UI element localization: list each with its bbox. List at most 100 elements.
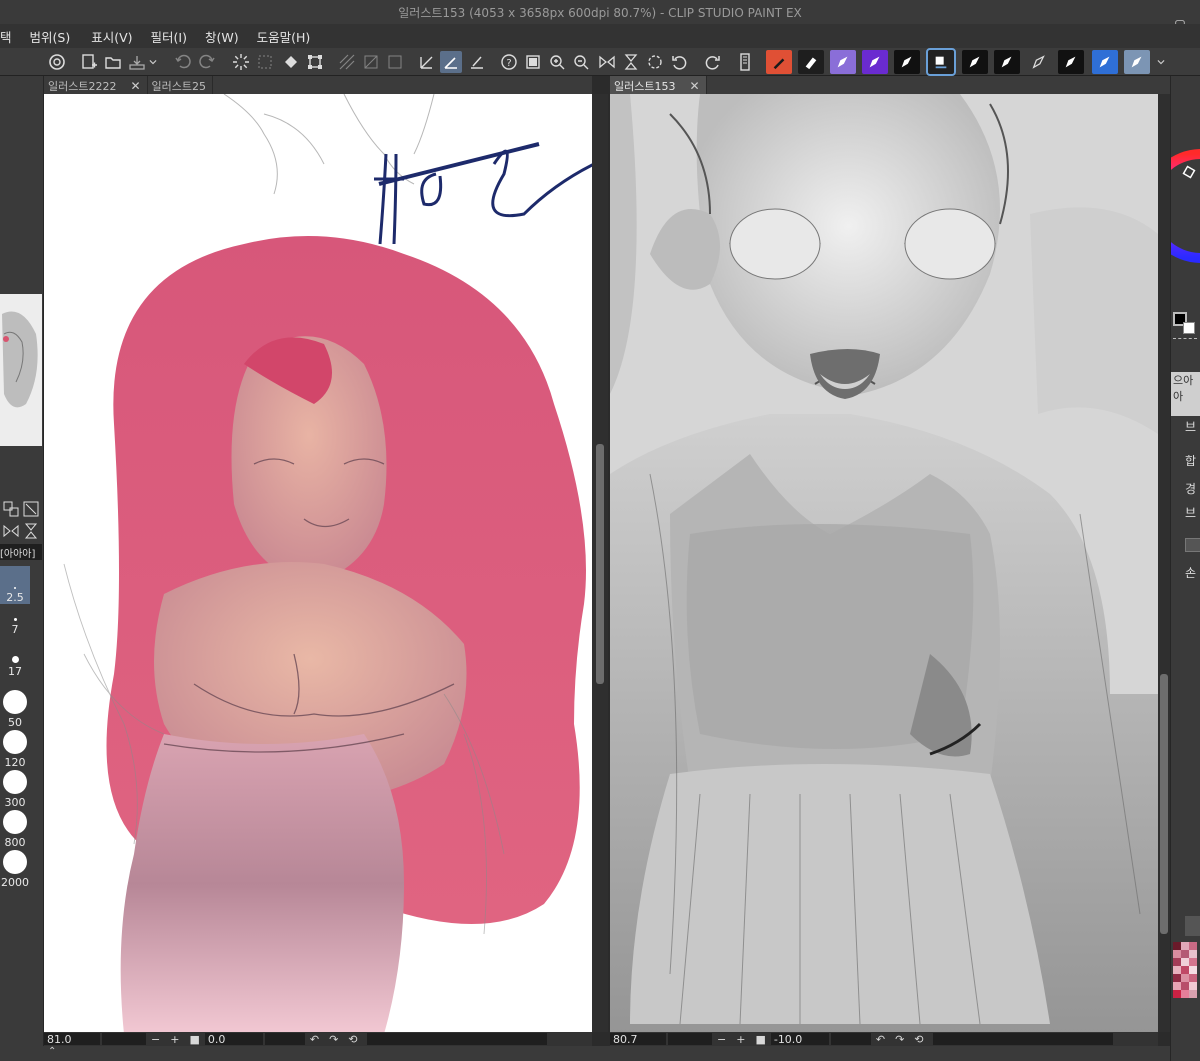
clear-selection-icon[interactable] [254,51,276,73]
brush-ruler-icon[interactable] [466,51,488,73]
subview-icon[interactable] [2,500,20,518]
rotate-left-small-icon[interactable]: ↶ [871,1033,890,1046]
tab-illust-25[interactable]: 일러스트25 [148,76,214,94]
chevron-down-icon[interactable] [146,51,160,73]
close-icon[interactable]: ✕ [130,79,140,93]
menu-item-help[interactable]: 도움말(H) [248,27,320,46]
navigator-thumbnail[interactable] [0,294,42,446]
fit-square-icon[interactable]: ■ [750,1033,770,1046]
brush-active-icon[interactable] [440,51,462,73]
reset-rotation-icon[interactable]: ⟲ [909,1033,928,1046]
panel-tab[interactable] [1185,916,1200,936]
hatch-2-icon[interactable] [360,51,382,73]
loading-spinner-icon[interactable] [230,51,252,73]
menu-item-view[interactable]: 표시(V) [79,27,141,46]
zoom-out-button[interactable]: − [712,1033,731,1046]
brush-size-item[interactable]: 2000 [0,850,30,889]
brush-size-item[interactable]: 17 [0,656,30,678]
fit-square-icon[interactable]: ■ [184,1033,204,1046]
rotate-right-icon[interactable] [702,51,724,73]
menu-item-window[interactable]: 창(W) [196,27,248,46]
pen-preset-red-icon[interactable] [766,50,792,74]
rotate-left-small-icon[interactable]: ↶ [305,1033,324,1046]
open-folder-icon[interactable] [102,51,124,73]
hatch-icon[interactable] [336,51,358,73]
pen-preset-eraser-icon[interactable] [798,50,824,74]
clip-studio-icon[interactable] [46,51,68,73]
transparent-swatch[interactable] [1173,338,1197,342]
tab-illust-2222[interactable]: 일러스트2222 ✕ [44,76,148,94]
redo-icon[interactable] [196,51,218,73]
scroll-thumb[interactable] [1160,674,1168,934]
zoom-field[interactable]: 80.7 [610,1033,666,1046]
sub-color-swatch[interactable] [1183,322,1195,334]
fit-icon[interactable] [22,500,40,518]
zoom-field[interactable]: 81.0 [44,1033,100,1046]
rotate-right-small-icon[interactable]: ↷ [324,1033,343,1046]
angle-slider[interactable] [830,1033,871,1045]
zoom-slider[interactable] [102,1033,146,1045]
angle-slider[interactable] [264,1033,305,1045]
fill-bucket-icon[interactable] [280,51,302,73]
canvas-right[interactable] [610,94,1158,1032]
rotate-left-icon[interactable] [668,51,690,73]
pen-preset-blue-icon[interactable] [1092,50,1118,74]
pen-preset-steel-icon[interactable] [1124,50,1150,74]
brush-size-item[interactable]: 300 [0,770,30,809]
left-status-bar: 81.0 − + ■ 0.0 ↶ ↷ ⟲ [44,1032,592,1046]
pen-preset-selected-icon[interactable] [926,48,956,76]
window-icon[interactable] [522,51,544,73]
device-icon[interactable] [734,51,756,73]
rotate-settings-icon[interactable] [644,51,666,73]
right-status-bar: 80.7 − + ■ -10.0 ↶ ↷ ⟲ [610,1032,1158,1046]
zoom-slider[interactable] [668,1033,712,1045]
help-icon[interactable]: ? [498,51,520,73]
reset-rotation-icon[interactable]: ⟲ [343,1033,362,1046]
angle-field[interactable]: 0.0 [204,1033,263,1046]
pen-preset-ink-icon[interactable] [894,50,920,74]
brush-size-item[interactable]: 7 [0,614,30,636]
zoom-out-button[interactable]: − [146,1033,165,1046]
rotate-right-small-icon[interactable]: ↷ [890,1033,909,1046]
pen-preset-gpen-icon[interactable] [1026,50,1052,74]
canvas-left[interactable]: 까오 [44,94,592,1032]
flip-vertical-icon[interactable] [620,51,642,73]
pen-preset-purple-icon[interactable] [830,50,856,74]
brush-size-item[interactable]: 2.5 [0,566,30,604]
right-vertical-scrollbar[interactable] [1158,94,1170,1032]
flip-horizontal-icon[interactable] [596,51,618,73]
pen-preset-marker-icon[interactable] [962,50,988,74]
horizontal-scrollbar[interactable] [932,1033,1113,1045]
grid-icon[interactable] [384,51,406,73]
undo-icon[interactable] [172,51,194,73]
flip-v-small-icon[interactable] [22,522,40,540]
new-file-icon[interactable] [78,51,100,73]
close-icon[interactable]: ✕ [689,79,699,93]
flip-h-small-icon[interactable] [2,522,20,540]
tab-illust-153[interactable]: 일러스트153 ✕ [610,76,707,94]
zoom-out-icon[interactable] [570,51,592,73]
brush-size-item[interactable]: 120 [0,730,30,769]
pen-preset-black-icon[interactable] [1058,50,1084,74]
zoom-in-button[interactable]: + [731,1033,750,1046]
menu-item-filter[interactable]: 필터(I) [142,27,196,46]
save-icon[interactable] [126,51,148,73]
pen-preset-fill-icon[interactable] [994,50,1020,74]
zoom-in-icon[interactable] [546,51,568,73]
brush-size-item[interactable]: 800 [0,810,30,849]
color-wheel-icon[interactable] [1171,146,1200,276]
ruler-icon[interactable] [416,51,438,73]
zoom-in-button[interactable]: + [165,1033,184,1046]
angle-field[interactable]: -10.0 [770,1033,829,1046]
collapse-up-icon[interactable]: ⌃ [48,1046,56,1057]
toolbar-chevron-icon[interactable] [1154,51,1168,73]
pen-preset-violet-icon[interactable] [862,50,888,74]
checkbox[interactable] [1185,538,1200,552]
menu-item-select[interactable]: 택 [0,27,21,46]
brush-size-item[interactable]: 50 [0,690,30,729]
left-vertical-scrollbar[interactable] [592,94,608,1032]
menu-item-range[interactable]: 범위(S) [21,27,80,46]
horizontal-scrollbar[interactable] [366,1033,547,1045]
transform-icon[interactable] [304,51,326,73]
scroll-thumb[interactable] [596,444,604,684]
